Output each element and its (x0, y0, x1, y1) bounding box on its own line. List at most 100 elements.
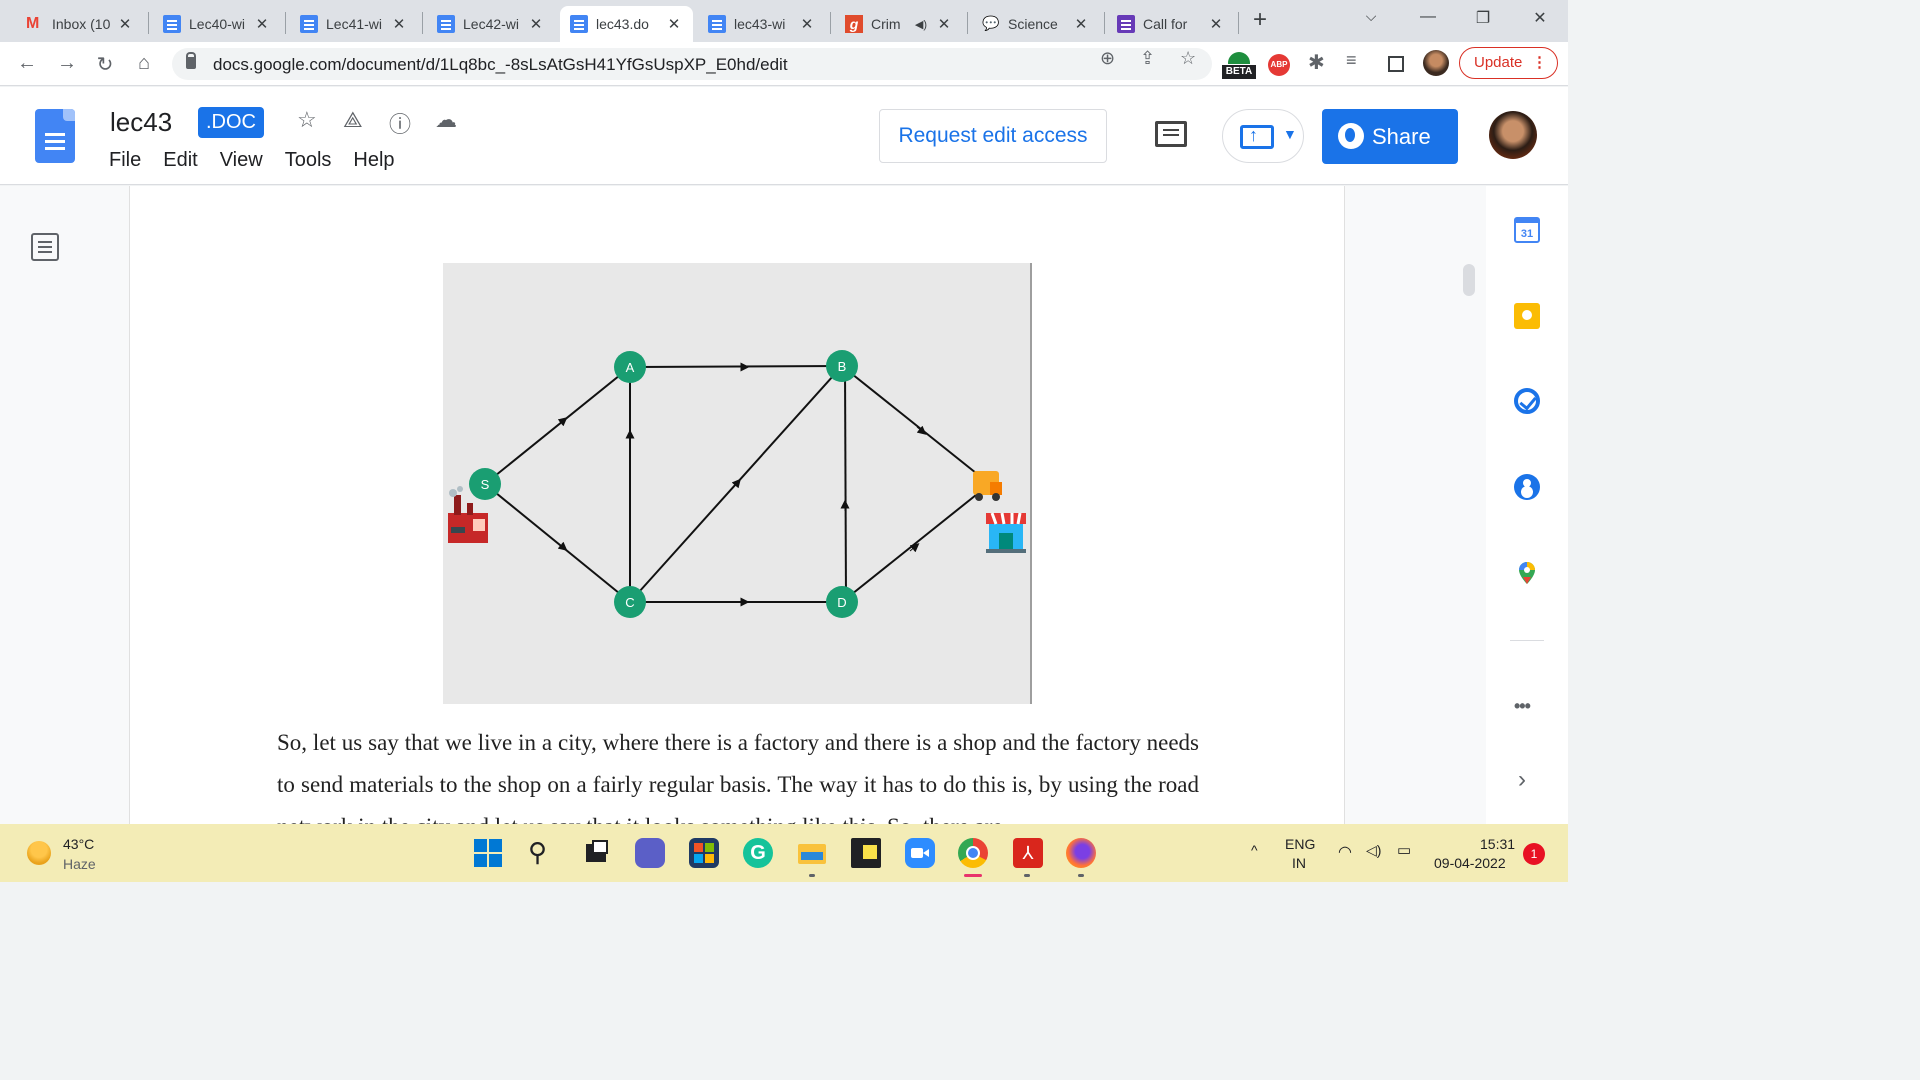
wifi-icon[interactable]: ◠ (1338, 842, 1352, 862)
microsoft-store-icon[interactable] (689, 838, 719, 868)
menu-view[interactable]: View (220, 149, 263, 172)
tab-lec43-wi[interactable]: lec43-wi ✕ (698, 6, 826, 42)
tab-call-for[interactable]: Call for ✕ (1107, 6, 1235, 42)
show-hidden-icons-chevron-icon[interactable]: ^ (1251, 842, 1258, 858)
google-keep-icon[interactable] (1514, 303, 1540, 329)
reload-icon[interactable]: ↻ (92, 52, 118, 77)
info-icon[interactable]: ⓘ (389, 107, 411, 139)
google-contacts-icon[interactable] (1514, 474, 1540, 500)
notification-badge[interactable]: 1 (1523, 843, 1545, 865)
more-apps-icon[interactable]: ••• (1514, 696, 1531, 717)
request-edit-access-button[interactable]: Request edit access (879, 109, 1107, 163)
input-language[interactable]: ENG (1285, 836, 1315, 852)
menu-edit[interactable]: Edit (163, 149, 197, 172)
google-tasks-icon[interactable] (1514, 388, 1540, 414)
firefox-icon[interactable] (1066, 838, 1096, 868)
home-icon[interactable]: ⌂ (131, 52, 157, 75)
expand-panel-chevron-icon[interactable]: › (1518, 766, 1526, 794)
document-title[interactable]: lec43 (110, 107, 172, 138)
close-window-icon[interactable]: ✕ (1526, 8, 1554, 32)
google-docs-icon (437, 15, 455, 33)
adblock-plus-icon[interactable]: ABP (1268, 54, 1290, 76)
comments-icon[interactable] (1155, 121, 1187, 147)
windows-start-icon[interactable] (473, 838, 503, 868)
google-docs-logo-icon[interactable] (35, 109, 75, 163)
update-button[interactable]: Update ⋮ (1459, 47, 1558, 79)
google-docs-icon (708, 15, 726, 33)
weather-temperature[interactable]: 43°C (63, 836, 94, 852)
input-region[interactable]: IN (1292, 855, 1306, 871)
menu-tools[interactable]: Tools (285, 149, 332, 172)
vertical-scrollbar-thumb[interactable] (1463, 264, 1475, 296)
grammarly-app-icon[interactable]: G (743, 838, 773, 868)
battery-icon[interactable]: ▭ (1397, 841, 1411, 859)
extensions-puzzle-icon[interactable]: ✱ (1308, 50, 1325, 75)
google-maps-icon[interactable] (1514, 560, 1540, 586)
tab-close-icon[interactable]: ✕ (1207, 15, 1225, 33)
minimize-icon[interactable]: — (1414, 8, 1442, 32)
weather-sun-icon[interactable] (27, 841, 51, 865)
tab-close-icon[interactable]: ✕ (527, 15, 545, 33)
chrome-icon[interactable] (958, 838, 988, 868)
clock-date[interactable]: 09-04-2022 (1434, 855, 1506, 871)
media-queue-icon[interactable]: ≡ (1346, 50, 1357, 71)
tab-lec40[interactable]: Lec40-wi ✕ (153, 6, 281, 42)
back-arrow-icon[interactable]: ← (14, 52, 40, 75)
menu-help[interactable]: Help (353, 149, 394, 172)
tab-close-icon[interactable]: ✕ (935, 15, 953, 33)
add-shortcut-drive-icon[interactable]: ⟁ (343, 107, 363, 133)
restore-icon[interactable]: ❐ (1469, 8, 1497, 32)
google-forms-icon (1117, 15, 1135, 33)
acrobat-reader-icon[interactable]: ⅄ (1013, 838, 1043, 868)
forward-arrow-icon[interactable]: → (54, 52, 80, 75)
tab-search-chevron-icon[interactable]: ⌵ (1357, 8, 1385, 32)
side-panel-divider (1510, 640, 1544, 641)
tab-lec41[interactable]: Lec41-wi ✕ (290, 6, 418, 42)
side-panel-icon[interactable] (1388, 56, 1404, 72)
present-dropdown-icon[interactable]: ▼ (1283, 126, 1297, 142)
file-explorer-icon[interactable] (797, 838, 827, 868)
tab-label: Inbox (10 (52, 16, 111, 32)
body-paragraph: So, let us say that we live in a city, w… (277, 730, 1199, 824)
tab-crim[interactable]: g Crim ◀) ✕ (835, 6, 963, 42)
tab-science[interactable]: 💬 Science ✕ (972, 6, 1100, 42)
clock-time[interactable]: 15:31 (1480, 836, 1515, 852)
tab-lec43-doc[interactable]: lec43.do ✕ (560, 6, 693, 42)
tab-close-icon[interactable]: ✕ (390, 15, 408, 33)
node-c: C (614, 586, 646, 618)
cloud-status-icon[interactable]: ☁ (435, 107, 457, 133)
tab-inbox[interactable]: M Inbox (10 ✕ (16, 6, 144, 42)
zoom-app-icon[interactable] (905, 838, 935, 868)
task-view-icon[interactable] (582, 838, 612, 868)
new-tab-button[interactable]: + (1253, 6, 1267, 34)
document-outline-icon[interactable] (31, 233, 59, 261)
menu-file[interactable]: File (109, 149, 141, 172)
tab-close-icon[interactable]: ✕ (253, 15, 271, 33)
bookmark-star-icon[interactable]: ☆ (1180, 48, 1196, 69)
sticky-notes-icon[interactable] (851, 838, 881, 868)
teams-chat-icon[interactable] (635, 838, 665, 868)
volume-icon[interactable]: ◁) (1366, 842, 1381, 859)
tab-close-icon[interactable]: ✕ (665, 15, 683, 33)
tab-close-icon[interactable]: ✕ (116, 15, 134, 33)
google-calendar-icon[interactable]: 31 (1514, 217, 1540, 243)
account-avatar[interactable] (1489, 111, 1537, 159)
tab-close-icon[interactable]: ✕ (1072, 15, 1090, 33)
tab-lec42[interactable]: Lec42-wi ✕ (427, 6, 555, 42)
search-icon[interactable]: ⚲ (528, 838, 558, 868)
tab-close-icon[interactable]: ✕ (798, 15, 816, 33)
tab-separator (422, 12, 423, 34)
profile-avatar[interactable] (1423, 50, 1449, 76)
weather-condition[interactable]: Haze (63, 856, 96, 872)
share-page-icon[interactable]: ⇪ (1140, 48, 1155, 69)
star-icon[interactable]: ☆ (297, 107, 317, 133)
beta-extension-icon[interactable]: BETA (1222, 52, 1256, 80)
speaker-icon[interactable]: ◀) (915, 18, 927, 31)
zoom-icon[interactable]: ⊕ (1100, 48, 1115, 69)
share-button[interactable]: Share (1322, 109, 1458, 164)
speech-bubble-icon: 💬 (982, 15, 1000, 31)
address-bar[interactable]: docs.google.com/document/d/1Lq8bc_-8sLsA… (172, 48, 1212, 80)
tab-label: Lec42-wi (463, 16, 520, 32)
url-text[interactable]: docs.google.com/document/d/1Lq8bc_-8sLsA… (213, 55, 788, 75)
present-button[interactable]: ▼ (1222, 109, 1304, 163)
